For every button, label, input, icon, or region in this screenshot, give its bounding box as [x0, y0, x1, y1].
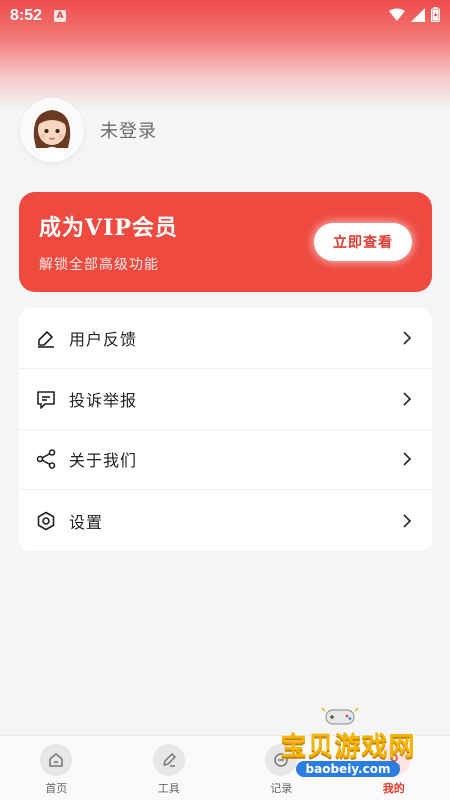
menu-label-feedback: 用户反馈 — [69, 329, 138, 349]
menu-label-settings: 设置 — [69, 512, 104, 532]
vip-view-button[interactable]: 立即查看 — [314, 223, 412, 261]
signal-icon — [411, 7, 425, 26]
settings-icon — [35, 510, 57, 532]
tab-label-records: 记录 — [270, 782, 293, 795]
chevron-right-icon — [400, 513, 414, 528]
share-icon — [35, 448, 57, 470]
watermark-url: baobeiy.com — [295, 761, 401, 777]
menu-item-settings[interactable]: 设置 — [19, 490, 432, 551]
home-icon — [40, 744, 73, 776]
watermark: 宝贝游戏网 baobeiy.com — [268, 707, 428, 782]
wifi-icon — [389, 7, 405, 26]
pen-icon — [152, 744, 185, 776]
vip-texts: 成为VIP会员 解锁全部高级功能 — [39, 210, 178, 274]
menu-item-feedback[interactable]: 用户反馈 — [19, 308, 432, 369]
chevron-right-icon — [400, 452, 414, 467]
avatar[interactable] — [20, 98, 84, 162]
chevron-right-icon — [400, 331, 414, 345]
menu-list: 用户反馈 投诉举报 关于我们 设置 — [19, 308, 432, 551]
gamepad-icon — [320, 706, 360, 732]
status-time: 8:52 — [10, 7, 43, 24]
notification-icon: A — [54, 10, 67, 22]
status-bar: 8:52 A — [0, 0, 450, 32]
tab-label-home: 首页 — [45, 782, 68, 795]
tab-tools[interactable]: 工具 — [113, 736, 225, 796]
profile-section[interactable]: 未登录 — [20, 98, 430, 162]
tab-label-tools: 工具 — [157, 782, 180, 795]
tab-label-mine: 我的 — [382, 782, 405, 795]
menu-label-report: 投诉举报 — [69, 390, 138, 410]
battery-icon — [431, 6, 440, 26]
menu-label-about: 关于我们 — [69, 451, 138, 471]
feedback-icon — [35, 327, 57, 349]
vip-subtitle: 解锁全部高级功能 — [39, 257, 159, 273]
chevron-right-icon — [400, 391, 414, 406]
vip-banner[interactable]: 成为VIP会员 解锁全部高级功能 立即查看 — [19, 192, 432, 292]
status-indicators — [389, 6, 440, 26]
vip-title: 成为VIP会员 — [39, 215, 178, 241]
report-icon — [35, 388, 57, 410]
login-status[interactable]: 未登录 — [100, 117, 157, 143]
menu-item-about[interactable]: 关于我们 — [19, 430, 432, 491]
menu-item-report[interactable]: 投诉举报 — [19, 369, 432, 430]
tab-home[interactable]: 首页 — [0, 736, 112, 796]
